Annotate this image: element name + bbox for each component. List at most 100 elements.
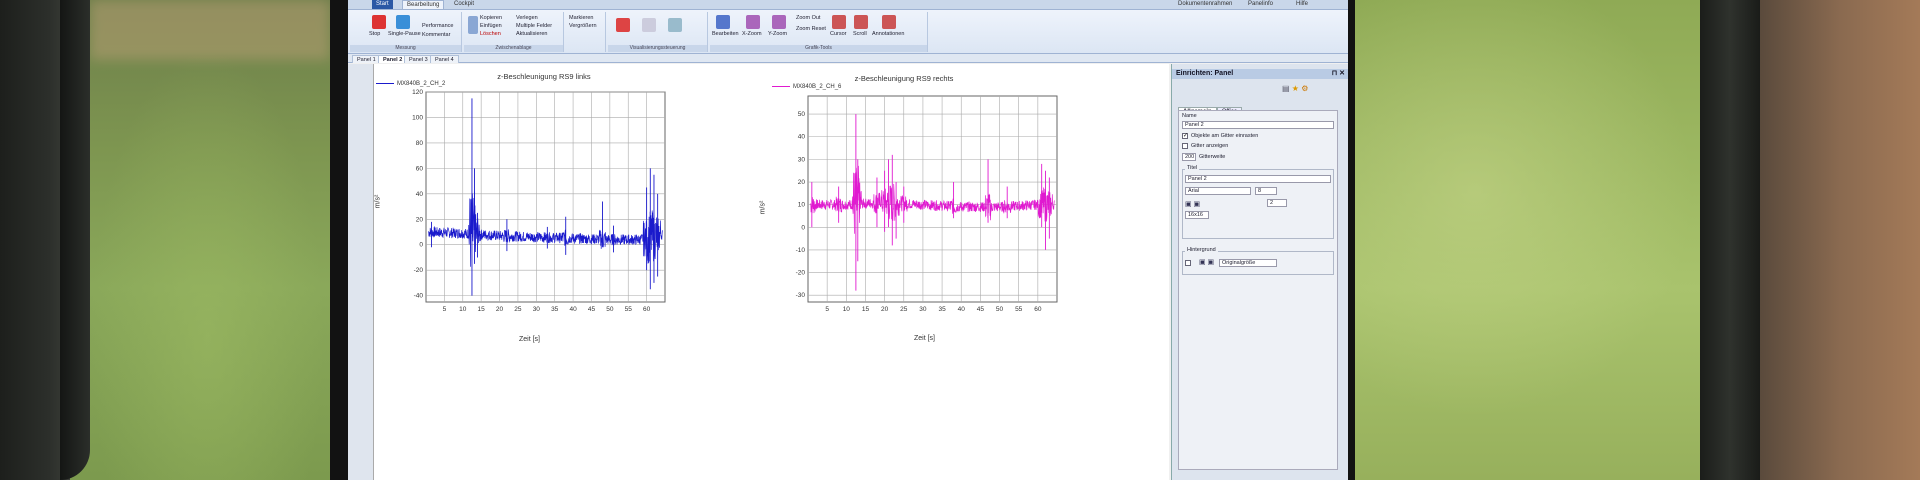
text-style-icons[interactable]: ▣ ▣ bbox=[1185, 200, 1200, 208]
background-checkbox[interactable] bbox=[1185, 260, 1191, 266]
top-link-dokumentenrahmen[interactable]: Dokumentenrahmen bbox=[1178, 0, 1232, 9]
panel-gutter bbox=[348, 64, 373, 480]
multiple-fields-button[interactable]: Multiple Felder bbox=[516, 23, 552, 29]
scroll-icon[interactable] bbox=[854, 15, 868, 29]
name-label: Name bbox=[1182, 113, 1197, 119]
font-size-select[interactable]: 8 bbox=[1255, 187, 1277, 195]
title-group-label: Titel bbox=[1185, 165, 1200, 171]
x-tick-label: 45 bbox=[977, 306, 985, 313]
ribbon-tab-bearbeitung[interactable]: Bearbeitung bbox=[402, 0, 445, 9]
measure-button[interactable]: Markieren bbox=[569, 15, 593, 21]
ribbon-group-visualisierung: Visualisierungssteuerung bbox=[608, 12, 708, 52]
y-tick-label: 50 bbox=[798, 111, 806, 118]
x-tick-label: 10 bbox=[459, 306, 467, 313]
font-select[interactable]: Arial bbox=[1185, 187, 1251, 195]
y-tick-label: 40 bbox=[416, 191, 424, 198]
y-tick-label: -10 bbox=[796, 247, 806, 254]
y-zoom-button[interactable]: Y-Zoom bbox=[768, 31, 787, 37]
setup-panel-title: Einrichten: Panel bbox=[1176, 70, 1234, 77]
tab-panel-3[interactable]: Panel 3 bbox=[404, 55, 433, 63]
single-pause-button[interactable]: Single-Pause bbox=[388, 31, 421, 37]
chart-1-title: z-Beschleunigung RS9 links bbox=[497, 72, 591, 81]
x-tick-label: 5 bbox=[825, 306, 829, 313]
snap-grid-checkbox[interactable]: ✓ bbox=[1182, 133, 1188, 139]
x-tick-label: 60 bbox=[643, 306, 651, 313]
y-tick-label: 0 bbox=[801, 224, 805, 231]
cursor-icon[interactable] bbox=[832, 15, 846, 29]
tab-panel-4[interactable]: Panel 4 bbox=[430, 55, 459, 63]
ribbon-tab-cockpit[interactable]: Cockpit bbox=[450, 0, 478, 9]
clipboard-icon[interactable] bbox=[468, 16, 478, 34]
y-zoom-icon[interactable] bbox=[772, 15, 786, 29]
enlarge-button[interactable]: Vergrößern bbox=[569, 23, 597, 29]
arrange-button[interactable]: Verlegen bbox=[516, 15, 538, 21]
chart-1-xlabel: Zeit [s] bbox=[519, 336, 541, 343]
name-field[interactable]: Panel 2 bbox=[1182, 121, 1334, 129]
layout-icon[interactable] bbox=[668, 18, 682, 32]
annotations-icon[interactable] bbox=[882, 15, 896, 29]
y-tick-label: 80 bbox=[416, 140, 424, 147]
pin-close-icon[interactable]: ⊓ ✕ bbox=[1332, 69, 1345, 79]
show-grid-checkbox[interactable] bbox=[1182, 143, 1188, 149]
properties-icon[interactable]: ▤ bbox=[1282, 84, 1290, 93]
scroll-button[interactable]: Scroll bbox=[853, 31, 867, 37]
top-link-panelinfo[interactable]: Panelinfo bbox=[1248, 0, 1273, 9]
y-tick-label: 0 bbox=[419, 242, 423, 249]
window-landscape-left bbox=[70, 0, 345, 480]
ribbon-group-label-grafik-tools: Grafik-Tools bbox=[710, 45, 927, 52]
icon-size-select[interactable]: 16x16 bbox=[1185, 211, 1209, 219]
flag-icon[interactable] bbox=[616, 18, 630, 32]
stop-button[interactable]: Stop bbox=[369, 31, 380, 37]
background-image-icons[interactable]: ▣ ▣ bbox=[1199, 258, 1214, 266]
y-tick-label: 120 bbox=[412, 89, 423, 96]
line-width-field[interactable]: 2 bbox=[1267, 199, 1287, 207]
single-pause-icon[interactable] bbox=[396, 15, 410, 29]
tab-panel-2[interactable]: Panel 2 bbox=[378, 55, 408, 63]
stop-icon[interactable] bbox=[372, 15, 386, 29]
snap-grid-label: Objekte am Gitter einrasten bbox=[1191, 133, 1259, 139]
chart-2-legend: MX840B_2_CH_6 bbox=[772, 84, 841, 90]
x-tick-label: 20 bbox=[881, 306, 889, 313]
grid-width-field[interactable]: 200 bbox=[1182, 153, 1196, 161]
zoom-reset-button[interactable]: Zoom Reset bbox=[796, 26, 826, 32]
y-tick-label: 10 bbox=[798, 202, 806, 209]
y-tick-label: 20 bbox=[798, 179, 806, 186]
paste-button[interactable]: Einfügen bbox=[480, 23, 502, 29]
x-tick-label: 20 bbox=[496, 306, 504, 313]
favorite-icon[interactable]: ★ bbox=[1292, 84, 1299, 93]
y-tick-label: 30 bbox=[798, 156, 806, 163]
setup-panel-body: Name Panel 2 ✓ Objekte am Gitter einrast… bbox=[1178, 110, 1338, 470]
cursor-mode-button[interactable]: Bearbeiten bbox=[712, 31, 739, 37]
kommentar-button[interactable]: Kommentar bbox=[422, 32, 450, 38]
chart-2-legend-label: MX840B_2_CH_6 bbox=[793, 84, 842, 90]
ribbon-toolbar: Stop Single-Pause Performance Kommentar … bbox=[348, 10, 1348, 54]
x-tick-label: 50 bbox=[606, 306, 614, 313]
plot-area bbox=[807, 95, 1058, 303]
copy-button[interactable]: Kopieren bbox=[480, 15, 502, 21]
chart-1-plot[interactable]: 5 10 15 20 25 30 35 40 45 50 55 60 -40 -20 0 20 40 60 80 10… bbox=[404, 89, 669, 320]
x-zoom-button[interactable]: X-Zoom bbox=[742, 31, 762, 37]
x-zoom-icon[interactable] bbox=[746, 15, 760, 29]
y-tick-label: 100 bbox=[412, 114, 423, 121]
cursor-mode-icon[interactable] bbox=[716, 15, 730, 29]
chart-1-legend: MX840B_2_CH_2 bbox=[376, 81, 445, 87]
settings-icon[interactable]: ⚙ bbox=[1301, 84, 1308, 93]
ribbon-tab-start[interactable]: Start bbox=[372, 0, 393, 9]
delete-button[interactable]: Löschen bbox=[480, 31, 501, 37]
chart-2-plot[interactable]: 5 10 15 20 25 30 35 40 45 50 55 60 -30 -20 -10 0 10 20 30 4… bbox=[786, 94, 1061, 320]
ribbon-group-grafik-tools: Bearbeiten X-Zoom Y-Zoom Zoom Out Zoom R… bbox=[710, 12, 928, 52]
setup-panel-tabs: AllgemeinOffice bbox=[1178, 100, 1243, 117]
update-button[interactable]: Aktualisieren bbox=[516, 31, 548, 37]
background-size-select[interactable]: Originalgröße bbox=[1219, 259, 1277, 267]
plot-area bbox=[425, 91, 666, 303]
title-field[interactable]: Panel 2 bbox=[1185, 175, 1331, 183]
chart-1-legend-label: MX840B_2_CH_2 bbox=[397, 81, 446, 87]
cursor-button[interactable]: Cursor bbox=[830, 31, 847, 37]
number-format-icon[interactable] bbox=[642, 18, 656, 32]
zoom-out-button[interactable]: Zoom Out bbox=[796, 15, 820, 21]
top-link-hilfe[interactable]: Hilfe bbox=[1296, 0, 1308, 9]
performance-button[interactable]: Performance bbox=[422, 23, 454, 29]
ribbon-group-zwischenablage: Kopieren Einfügen Löschen Verlegen Multi… bbox=[464, 12, 564, 52]
annotations-button[interactable]: Annotationen bbox=[872, 31, 904, 37]
tab-panel-1[interactable]: Panel 1 bbox=[352, 55, 381, 63]
